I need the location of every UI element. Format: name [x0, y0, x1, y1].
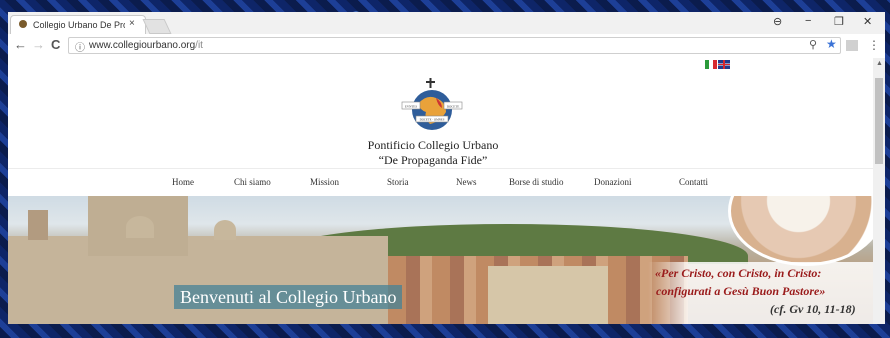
scrollbar-thumb[interactable]	[875, 78, 883, 164]
site-favicon-icon	[19, 20, 27, 28]
nav-news[interactable]: News	[456, 177, 477, 187]
new-tab-button[interactable]	[142, 19, 172, 34]
page-scrollbar[interactable]: ▲	[873, 58, 885, 324]
restore-button[interactable]: ❐	[834, 15, 844, 28]
logo-banner-bottom: DOCETE · OMNES	[420, 117, 445, 121]
browser-tab[interactable]: Collegio Urbano De Prop ×	[10, 15, 146, 34]
nav-storia[interactable]: Storia	[387, 177, 409, 187]
language-flags	[705, 60, 731, 78]
quote-line1: «Per Cristo, con Cristo, in Cristo:	[655, 266, 822, 280]
forward-button[interactable]: →	[32, 37, 45, 52]
italian-flag-icon[interactable]	[705, 60, 717, 69]
hands-circle-image	[728, 196, 873, 266]
site-name-line2: “De Propaganda Fide”	[378, 153, 488, 167]
browser-window: Collegio Urbano De Prop × ⊖ − ❐ ✕ ← → C …	[8, 12, 885, 324]
hero-buildings-left	[8, 236, 388, 324]
address-bar[interactable]: ⓘ www.collegiourbano.org/it ⚲ ★	[68, 37, 841, 54]
quote-line2: configurati a Gesù Buon Pastore»	[656, 284, 826, 298]
logo-banner-right: DOCETE	[447, 105, 460, 109]
minimize-button[interactable]: −	[805, 15, 811, 27]
hero-dome-small	[214, 220, 236, 240]
hero-dome	[126, 216, 154, 238]
scroll-up-icon[interactable]: ▲	[876, 60, 883, 67]
reload-button[interactable]: C	[51, 37, 60, 52]
english-flag-icon[interactable]	[718, 60, 730, 69]
zoom-icon[interactable]: ⚲	[809, 38, 817, 51]
hero-tower	[28, 210, 48, 240]
close-window-button[interactable]: ✕	[863, 15, 872, 28]
extension-icon[interactable]	[846, 40, 858, 51]
url-text: www.collegiourbano.org/it	[89, 40, 203, 51]
nav-home[interactable]: Home	[172, 177, 194, 187]
welcome-caption: Benvenuti al Collegio Urbano	[174, 285, 403, 309]
nav-contatti[interactable]: Contatti	[679, 177, 708, 187]
site-info-icon[interactable]: ⓘ	[75, 39, 85, 54]
tab-close-icon[interactable]: ×	[129, 18, 135, 29]
browser-menu-icon[interactable]: ⋮	[868, 38, 880, 52]
bookmark-star-icon[interactable]: ★	[826, 37, 837, 51]
tab-bar: Collegio Urbano De Prop × ⊖ − ❐ ✕	[8, 12, 885, 34]
quote-reference: (cf. Gv 10, 11-18)	[770, 302, 856, 316]
nav-mission[interactable]: Mission	[310, 177, 339, 187]
profile-icon[interactable]: ⊖	[773, 15, 782, 28]
site-name-line1: Pontificio Collegio Urbano	[367, 138, 499, 152]
url-domain: www.collegiourbano.org	[89, 40, 196, 51]
url-path: /it	[195, 40, 203, 51]
web-page: EVNTES DOCETE DOCETE · OMNES Pontificio …	[8, 58, 873, 324]
hero-banner: Benvenuti al Collegio Urbano «Per Cristo…	[8, 196, 873, 324]
logo-banner-left: EVNTES	[405, 105, 417, 109]
college-logo[interactable]: EVNTES DOCETE DOCETE · OMNES	[396, 78, 468, 134]
hero-building-front	[488, 266, 608, 324]
nav-chi-siamo[interactable]: Chi siamo	[234, 177, 271, 187]
main-navigation: Home Chi siamo Mission Storia News Borse…	[8, 168, 873, 197]
tab-title: Collegio Urbano De Prop	[33, 20, 125, 30]
browser-toolbar: ← → C ⓘ www.collegiourbano.org/it ⚲ ★ ⋮	[8, 34, 885, 59]
nav-borse-di-studio[interactable]: Borse di studio	[509, 177, 564, 187]
back-button[interactable]: ←	[14, 37, 27, 52]
nav-donazioni[interactable]: Donazioni	[594, 177, 632, 187]
